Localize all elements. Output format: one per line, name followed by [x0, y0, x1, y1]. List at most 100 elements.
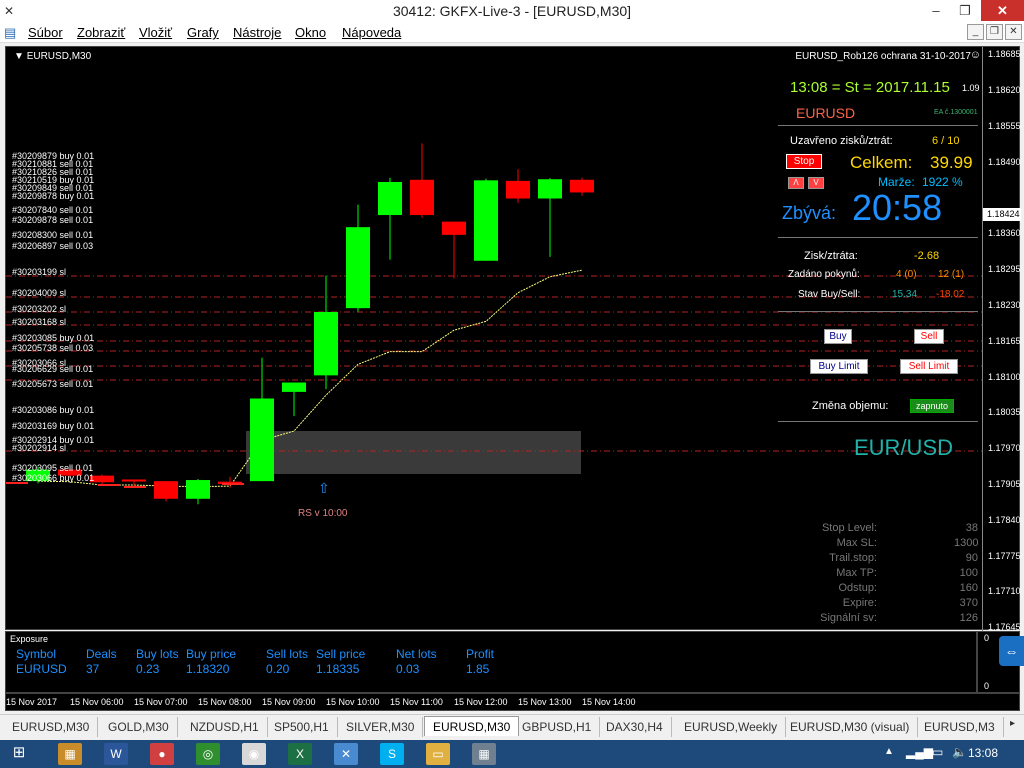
chrome-icon[interactable]: ◉ — [242, 743, 266, 765]
volume-label: Změna objemu: — [812, 400, 889, 412]
menu-charts[interactable]: Grafy — [187, 25, 219, 40]
total-value: 39.99 — [930, 153, 973, 172]
order-label: #30206629 sell 0.01 — [12, 364, 94, 374]
chart-tab[interactable]: EURUSD,M3 — [916, 717, 1004, 737]
menu-view[interactable]: Zobraziť — [77, 25, 125, 40]
panel-symbol: EURUSD — [796, 105, 856, 121]
bull-candle — [538, 179, 562, 199]
bull-candle — [282, 382, 306, 392]
exposure-cell: 1.18320 — [186, 662, 230, 676]
order-label: #30207840 sell 0.01 — [12, 205, 94, 215]
down-arrow-button[interactable]: V — [808, 177, 824, 189]
exposure-panel: Exposure Symbol EURUSD Deals 37 Buy lots 0.23… — [5, 631, 977, 693]
taskbar: ⊞ ▦ W ● ◎ ◉ X ✕ S ▭ ▦ ▲ ▂▄▆ ▭ 🔈 13:08 — [0, 740, 1024, 768]
sell-limit-button[interactable]: Sell Limit — [900, 359, 958, 374]
chart-tab[interactable]: SILVER,M30 — [338, 717, 424, 737]
menu-tools[interactable]: Nástroje — [233, 25, 281, 40]
calc-icon[interactable]: ▦ — [472, 743, 496, 765]
window-title: 30412: GKFX-Live-3 - [EURUSD,M30] — [392, 3, 632, 19]
buy-limit-button[interactable]: Buy Limit — [810, 359, 868, 374]
price-axis-label: 1.18555 — [988, 120, 1021, 131]
mt4-icon[interactable]: ✕ — [334, 743, 358, 765]
menu-window[interactable]: Okno — [295, 25, 326, 40]
order-label: #30203086 buy 0.01 — [12, 405, 95, 415]
chart-tab[interactable]: DAX30,H4 — [598, 717, 672, 737]
price-axis-label: 1.17775 — [988, 550, 1021, 561]
taskbar-clock: 13:08 — [967, 746, 998, 760]
terminal-window: ✕ 30412: GKFX-Live-3 - [EURUSD,M30] – ❐ … — [0, 0, 1024, 768]
chart-tab[interactable]: EURUSD,M30 — [424, 716, 520, 736]
minimize-button[interactable]: – — [921, 0, 951, 21]
menu-insert[interactable]: Vložiť — [139, 25, 172, 40]
price-axis-label: 1.17710 — [988, 586, 1021, 597]
exposure-cell: 0.23 — [136, 662, 160, 676]
current-price-tag: 1.18424 — [983, 208, 1021, 221]
volume-toggle[interactable]: zapnuto — [910, 399, 954, 413]
document-icon[interactable]: ▤ — [4, 25, 16, 41]
chart-tab[interactable]: GBPUSD,H1 — [514, 717, 601, 737]
closed-value: 6 / 10 — [932, 135, 960, 147]
network-icon[interactable]: ▂▄▆ — [906, 745, 933, 759]
stat-label: Stop Level: — [821, 522, 877, 534]
price-axis-label: 1.17840 — [988, 514, 1021, 525]
close-button[interactable]: ✕ — [981, 0, 1024, 21]
tray-arrow-icon[interactable]: ▲ — [884, 746, 894, 757]
sell-button[interactable]: Sell — [914, 329, 944, 344]
chart-tabs: EURUSD,M30 GOLD,M30 NZDUSD,H1 SP500,H1 SILVE… — [0, 714, 1024, 738]
bull-candle — [186, 480, 210, 499]
app-icon[interactable]: ◎ — [196, 743, 220, 765]
time-axis-label: 15 Nov 07:00 — [134, 697, 188, 707]
exposure-cell: EURUSD — [16, 662, 67, 676]
exposure-header: Sell price — [316, 647, 366, 661]
chart-tab[interactable]: NZDUSD,H1 — [182, 717, 268, 737]
menu-file[interactable]: Súbor — [28, 25, 63, 40]
chart-tab[interactable]: EURUSD,M30 (visual) — [782, 717, 919, 737]
mdi-minimize-button[interactable]: _ — [967, 24, 984, 40]
tab-scroll-right-button[interactable]: ▸ — [1010, 718, 1022, 734]
chart-tab[interactable]: GOLD,M30 — [100, 717, 178, 737]
skype-icon[interactable]: S — [380, 743, 404, 765]
order-label: #30205673 sell 0.01 — [12, 379, 94, 389]
closed-label: Uzavřeno zisků/ztrát: — [790, 135, 893, 147]
excel-icon[interactable]: X — [288, 743, 312, 765]
volume-icon[interactable]: 🔈 — [952, 745, 967, 759]
pl-value: -2.68 — [914, 250, 940, 262]
buy-button[interactable]: Buy — [824, 329, 852, 344]
stat-value: 100 — [959, 567, 978, 579]
mdi-close-button[interactable]: ✕ — [1005, 24, 1022, 40]
restore-button[interactable]: ❐ — [950, 0, 980, 21]
chart-tab[interactable]: SP500,H1 — [266, 717, 338, 737]
battery-icon[interactable]: ▭ — [932, 745, 943, 759]
chart-tab[interactable]: EURUSD,M30 — [4, 717, 99, 737]
exposure-cell: 1.18335 — [316, 662, 360, 676]
price-axis-label: 1.18685 — [988, 49, 1021, 60]
folder-icon[interactable]: ▭ — [426, 743, 450, 765]
menu-bar: ▤ Súbor Zobraziť Vložiť Grafy Nástroje O… — [0, 22, 1024, 43]
mdi-restore-button[interactable]: ❐ — [986, 24, 1003, 40]
bear-candle — [410, 179, 434, 216]
menu-help[interactable]: Nápoveda — [342, 25, 401, 40]
exposure-cell: 0.20 — [266, 662, 290, 676]
start-button[interactable]: ⊞ — [4, 742, 34, 764]
exposure-header: Buy price — [186, 647, 237, 661]
time-axis-label: 15 Nov 2017 — [6, 697, 58, 707]
explorer-icon[interactable]: ▦ — [58, 743, 82, 765]
state-buy: 15.34 — [892, 289, 918, 300]
exposure-header: Symbol — [16, 647, 57, 661]
order-label: #30203169 buy 0.01 — [12, 421, 95, 431]
order-label: #30205738 sell 0.03 — [12, 343, 94, 353]
stop-button[interactable]: Stop — [786, 154, 822, 169]
chart-tab[interactable]: EURUSD,Weekly — [676, 717, 787, 737]
order-label: #30203066 buy 0.01 — [12, 473, 95, 483]
stat-label: Trail.stop: — [829, 552, 877, 564]
bear-candle — [154, 481, 178, 499]
order-label: #30203168 sl — [12, 317, 67, 327]
price-chart[interactable]: ▼ EURUSD,M30 EURUSD_Rob126 ochrana 31-10… — [5, 46, 1021, 632]
stat-value: 1300 — [954, 537, 979, 549]
bear-candle — [570, 179, 594, 193]
up-arrow-button[interactable]: Λ — [788, 177, 804, 189]
paint-icon[interactable]: ● — [150, 743, 174, 765]
teamviewer-icon[interactable]: ⇔ — [999, 636, 1024, 666]
word-icon[interactable]: W — [104, 743, 128, 765]
pair-label: EUR/USD — [854, 435, 954, 460]
